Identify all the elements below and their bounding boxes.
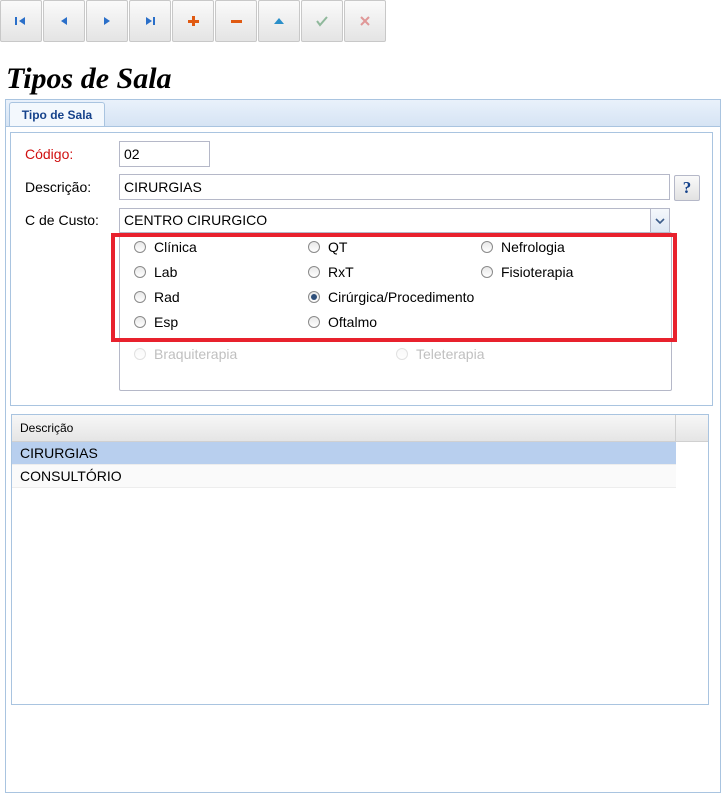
centro-custo-value: CENTRO CIRURGICO <box>124 212 268 228</box>
table-row[interactable]: CIRURGIAS <box>12 442 676 465</box>
cancel-button[interactable] <box>344 0 386 42</box>
tab-bar: Tipo de Sala <box>6 100 720 127</box>
prev-icon <box>61 17 67 25</box>
radio-teleterapia[interactable]: Teleterapia <box>396 345 485 363</box>
add-button[interactable] <box>172 0 214 42</box>
codigo-field[interactable]: 02 <box>119 141 210 167</box>
highlight-annotation-box <box>111 233 677 342</box>
plus-icon <box>188 16 199 26</box>
radio-label: Teleterapia <box>416 346 485 362</box>
radio-label: Braquiterapia <box>154 346 238 362</box>
minus-icon <box>231 20 242 23</box>
first-record-button[interactable] <box>0 0 42 42</box>
next-record-button[interactable] <box>86 0 128 42</box>
toolbar <box>0 0 387 44</box>
centro-custo-select[interactable]: CENTRO CIRURGICO <box>119 208 670 233</box>
triangle-up-icon <box>274 18 284 24</box>
codigo-label: Código: <box>25 146 74 162</box>
confirm-button[interactable] <box>301 0 343 42</box>
descricao-grid: Descrição CIRURGIAS CONSULTÓRIO <box>11 414 709 705</box>
grid-header-filler <box>676 415 708 442</box>
chevron-down-icon[interactable] <box>650 209 669 232</box>
tab-tipo-de-sala[interactable]: Tipo de Sala <box>9 102 105 126</box>
table-row[interactable]: CONSULTÓRIO <box>12 465 676 488</box>
custo-label: C de Custo: <box>25 212 99 228</box>
check-icon <box>316 16 328 27</box>
edit-button[interactable] <box>258 0 300 42</box>
first-icon <box>15 17 25 25</box>
radio-braquiterapia[interactable]: Braquiterapia <box>134 345 237 363</box>
help-button[interactable]: ? <box>674 175 700 201</box>
last-record-button[interactable] <box>129 0 171 42</box>
descricao-label: Descrição: <box>25 179 92 195</box>
page-title: Tipos de Sala <box>6 62 172 95</box>
radio-button-icon <box>396 348 408 360</box>
radio-button-icon <box>134 348 146 360</box>
next-icon <box>104 17 110 25</box>
close-icon <box>360 16 370 26</box>
descricao-field[interactable]: CIRURGIAS <box>119 174 670 200</box>
last-icon <box>146 17 155 25</box>
grid-header-descricao[interactable]: Descrição <box>12 415 676 442</box>
main-panel: Tipo de Sala Descrição CIRURGIAS CONSULT… <box>5 99 721 793</box>
prev-record-button[interactable] <box>43 0 85 42</box>
delete-button[interactable] <box>215 0 257 42</box>
